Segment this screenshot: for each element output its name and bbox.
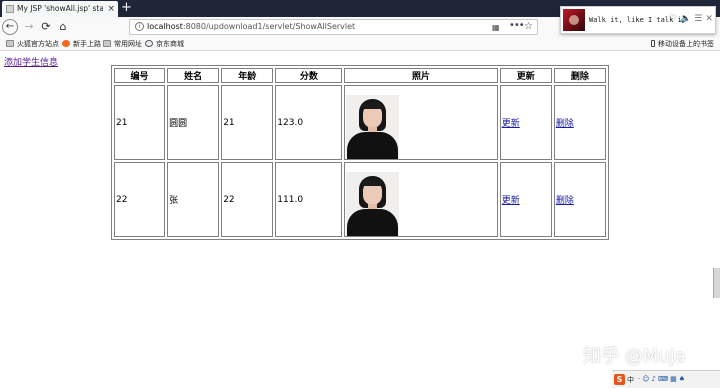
qr-code-icon[interactable]: ▦ (492, 23, 500, 32)
mobile-bookmarks-label: 移动设备上的书签 (658, 40, 714, 48)
bookmark-item[interactable]: 常用网址 (103, 39, 142, 49)
watermark: 知乎 @Muja (583, 346, 686, 367)
cell-name: 圆圆 (167, 85, 220, 160)
delete-link[interactable]: 删除 (556, 119, 574, 129)
column-header-update: 更新 (499, 68, 552, 83)
folder-icon (6, 40, 14, 47)
firefox-icon (62, 40, 70, 47)
cell-score: 111.0 (275, 162, 343, 237)
back-button[interactable]: ← (2, 19, 18, 35)
cell-update: 更新 (499, 85, 552, 160)
student-photo (346, 172, 400, 236)
tray-icons[interactable]: ·☺♪⌨▦♠ (638, 375, 687, 383)
page-actions-icon[interactable]: ••• (509, 20, 525, 31)
cell-id: 21 (114, 85, 166, 160)
bookmark-item[interactable]: 火狐官方站点 (6, 39, 59, 49)
bookmarks-toolbar: 火狐官方站点 新手上路 常用网址 京东商城 移动设备上的书签 (0, 37, 720, 51)
tab-close-icon[interactable]: × (107, 3, 115, 15)
cell-photo (344, 85, 498, 160)
side-scroll-handle[interactable] (713, 268, 720, 298)
home-button[interactable]: ⌂ (55, 19, 71, 35)
update-link[interactable]: 更新 (502, 119, 520, 129)
folder-icon (103, 40, 111, 47)
table-row: 22 张 22 111.0 更新 删除 (114, 162, 606, 237)
bookmark-label: 新手上路 (73, 40, 101, 48)
cell-score: 123.0 (275, 85, 343, 160)
phone-icon (651, 40, 655, 47)
page-favicon-icon (6, 5, 14, 13)
cell-id: 22 (114, 162, 166, 237)
input-mode-indicator[interactable]: 中 (627, 375, 634, 385)
tab-title: My JSP 'showAll.jsp' starting page (17, 4, 103, 13)
url-path: :8080/updownload1/servlet/ShowAllServlet (182, 22, 356, 31)
cell-photo (344, 162, 498, 237)
cell-update: 更新 (499, 162, 552, 237)
media-controls-icon[interactable]: ♡🔈☰✕ (669, 14, 716, 24)
bookmark-label: 火狐官方站点 (17, 40, 59, 48)
forward-button[interactable]: → (21, 19, 37, 35)
reload-button[interactable]: ⟳ (38, 19, 54, 35)
new-tab-button[interactable]: + (121, 0, 132, 16)
cell-age: 21 (221, 85, 274, 160)
cell-delete: 删除 (553, 85, 606, 160)
table-row: 21 圆圆 21 123.0 更新 删除 (114, 85, 606, 160)
bookmark-label: 京东商城 (156, 40, 184, 48)
student-photo (346, 95, 400, 159)
cell-delete: 删除 (553, 162, 606, 237)
cell-name: 张 (167, 162, 220, 237)
site-info-icon[interactable]: i (135, 22, 144, 31)
table-header-row: 编号 姓名 年龄 分数 照片 更新 删除 (114, 68, 606, 83)
url-host: localhost (147, 22, 183, 31)
update-link[interactable]: 更新 (502, 196, 520, 206)
column-header-age: 年龄 (221, 68, 274, 83)
column-header-score: 分数 (275, 68, 343, 83)
browser-tab-showall[interactable]: My JSP 'showAll.jsp' starting page × (2, 1, 118, 17)
column-header-name: 姓名 (167, 68, 220, 83)
add-student-link[interactable]: 添加学生信息 (4, 55, 58, 68)
album-art (563, 9, 585, 31)
column-header-delete: 删除 (553, 68, 606, 83)
mobile-bookmarks[interactable]: 移动设备上的书签 (651, 39, 714, 49)
url-text[interactable]: localhost:8080/updownload1/servlet/ShowA… (147, 22, 355, 31)
cell-age: 22 (221, 162, 274, 237)
input-method-icon[interactable]: S (614, 374, 625, 385)
globe-icon (145, 40, 153, 47)
column-header-photo: 照片 (344, 68, 498, 83)
media-player-widget[interactable]: Walk it, like I talk it ♡🔈☰✕ (560, 6, 716, 34)
column-header-id: 编号 (114, 68, 166, 83)
bookmark-item[interactable]: 新手上路 (62, 39, 101, 49)
bookmark-item[interactable]: 京东商城 (145, 39, 184, 49)
student-table: 编号 姓名 年龄 分数 照片 更新 删除 21 圆圆 21 123.0 更新 删… (111, 65, 609, 240)
system-tray: S 中 ·☺♪⌨▦♠ (612, 370, 720, 388)
delete-link[interactable]: 删除 (556, 196, 574, 206)
url-bar[interactable]: i localhost:8080/updownload1/servlet/Sho… (129, 19, 538, 35)
bookmark-label: 常用网址 (114, 40, 142, 48)
bookmark-star-icon[interactable]: ☆ (524, 21, 533, 32)
